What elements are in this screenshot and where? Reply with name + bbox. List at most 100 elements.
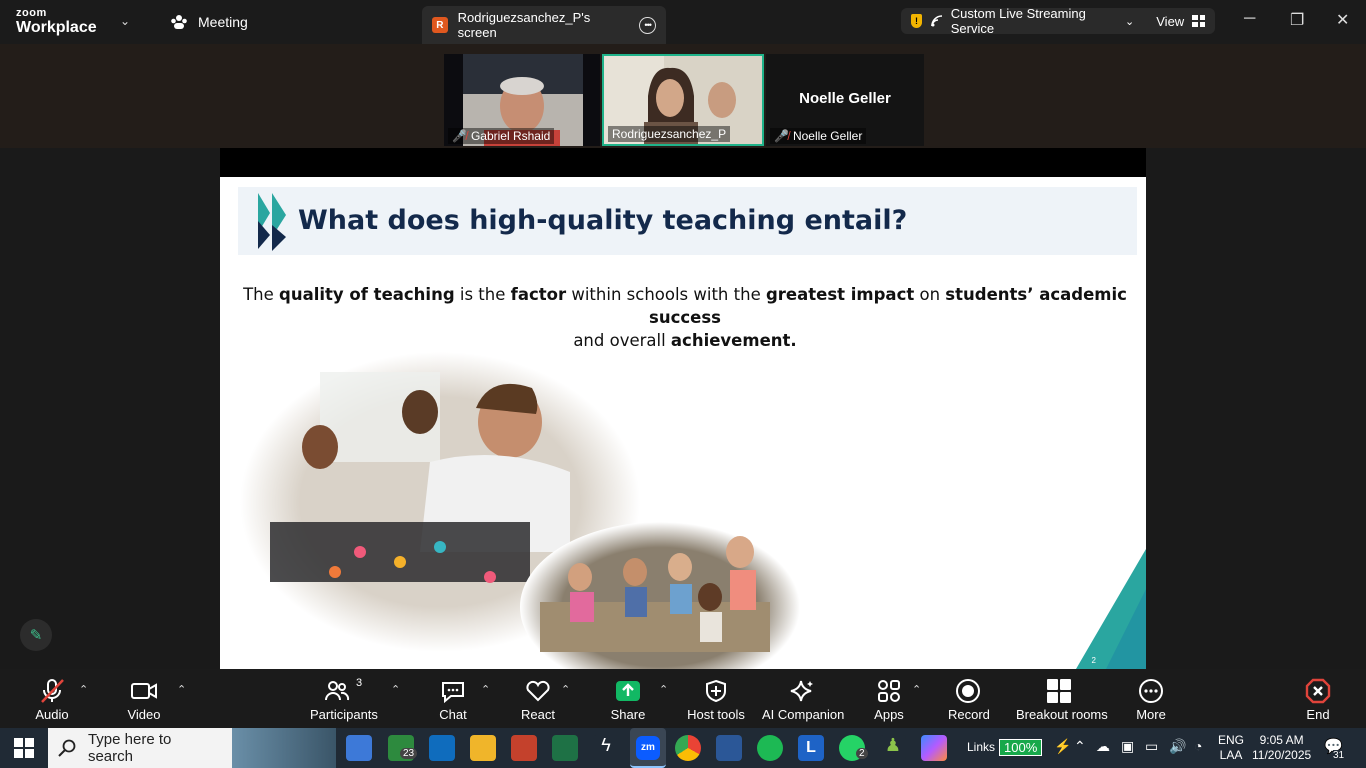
windows-start-icon[interactable] (14, 738, 34, 758)
app-badge: 2 (856, 748, 868, 759)
apps-options-caret[interactable]: ⌃ (912, 683, 921, 696)
excel-icon[interactable] (552, 735, 578, 761)
oecd-logo-icon (258, 193, 286, 251)
clock[interactable]: 9:05 AM 11/20/2025 (1252, 733, 1311, 763)
search-icon (58, 739, 76, 757)
notification-count: 31 (1333, 750, 1345, 761)
slide-page-number: 2 (1091, 656, 1096, 665)
video-button[interactable]: Video (124, 677, 164, 722)
ai-companion-label: AI Companion (762, 707, 845, 722)
participant-name-label: Rodriguezsanchez_P (608, 126, 731, 142)
end-icon (1300, 677, 1336, 705)
participant-tile-noelle[interactable]: Noelle Geller 🎤̸ Noelle Geller (766, 54, 924, 146)
chrome-icon[interactable] (675, 735, 701, 761)
host-tools-button[interactable]: Host tools (686, 677, 746, 722)
app-icon[interactable]: ϟ (593, 735, 619, 761)
record-button[interactable]: Record (948, 677, 990, 722)
breakout-rooms-button[interactable]: Breakout rooms (1016, 677, 1108, 722)
cloud-icon[interactable]: ☁ (1096, 738, 1110, 755)
decorative-corner-shape (1076, 549, 1146, 669)
meeting-button[interactable]: Meeting (170, 14, 248, 30)
participant-tile-gabriel[interactable]: 🎤̸ Gabriel Rshaid (444, 54, 600, 146)
chat-button[interactable]: Chat (434, 677, 472, 722)
volume-icon[interactable]: 🔊 (1169, 738, 1186, 755)
view-button[interactable]: View (1156, 14, 1184, 29)
share-options-caret[interactable]: ⌃ (659, 683, 668, 696)
body-bold: quality of teaching (279, 285, 455, 304)
zoom-workplace-logo[interactable]: zoom Workplace (16, 8, 97, 36)
participant-tile-rodriguezsanchez[interactable]: Rodriguezsanchez_P (602, 54, 764, 146)
close-icon[interactable]: ✕ (1336, 10, 1349, 30)
body-text: The (243, 285, 280, 304)
taskbar-search-box[interactable]: Type here to search (48, 728, 336, 768)
powerpoint-icon[interactable] (511, 735, 537, 761)
wifi-icon[interactable]: ◔ (1194, 738, 1202, 754)
participant-name: Rodriguezsanchez_P (612, 127, 727, 141)
minimize-icon[interactable]: ─ (1244, 10, 1255, 28)
spotify-icon[interactable] (757, 735, 783, 761)
links-toolbar[interactable]: Links (967, 740, 995, 754)
outlook-icon[interactable] (429, 735, 455, 761)
chevron-up-icon[interactable]: ⌃ (1074, 738, 1086, 755)
chevron-down-icon[interactable]: ⌄ (120, 14, 130, 28)
brand-top: zoom (16, 7, 47, 19)
participants-icon (171, 15, 187, 29)
meeting-toolbar: Audio ⌃ Video ⌃ 3 Participants ⌃ Chat ⌃ … (0, 669, 1366, 728)
breakout-rooms-icon (1016, 677, 1102, 705)
language-top: ENG (1218, 733, 1245, 747)
apps-button[interactable]: Apps (872, 677, 906, 722)
search-highlight-image (232, 728, 336, 768)
screen-tab-label: Rodriguezsanchez_P's screen (457, 10, 591, 40)
language-indicator[interactable]: ENG LAA (1218, 733, 1244, 763)
title-bar: zoom Workplace ⌄ Meeting R Rodriguezsanc… (0, 0, 1366, 44)
react-button[interactable]: React (518, 677, 558, 722)
react-options-caret[interactable]: ⌃ (561, 683, 570, 696)
video-options-caret[interactable]: ⌃ (177, 683, 186, 696)
more-label: More (1136, 707, 1166, 722)
battery-icon[interactable]: ▭ (1145, 738, 1158, 755)
sharer-avatar: R (432, 17, 448, 33)
video-camera-icon (124, 677, 164, 705)
share-button[interactable]: Share (608, 677, 648, 722)
participants-button[interactable]: 3 Participants (310, 677, 378, 722)
shield-icon (686, 677, 746, 705)
audio-button[interactable]: Audio (32, 677, 72, 722)
body-text: and overall (573, 331, 671, 350)
copilot-icon[interactable] (921, 735, 947, 761)
live-streaming-bar[interactable]: ! Custom Live Streaming Service ⌄ View (901, 6, 1215, 36)
slide-header: What does high-quality teaching entail? (238, 187, 1137, 255)
broadcast-icon (931, 15, 943, 27)
network-icon[interactable]: ▣ (1121, 738, 1134, 755)
grid-view-icon[interactable] (1192, 15, 1205, 27)
clock-time: 9:05 AM (1259, 733, 1304, 747)
more-button[interactable]: More (1132, 677, 1170, 722)
language-bottom: LAA (1219, 748, 1243, 762)
end-label: End (1306, 707, 1330, 722)
meeting-label: Meeting (198, 14, 248, 30)
taskbar-app-icon[interactable] (346, 735, 372, 761)
chevron-down-icon[interactable]: ⌄ (1125, 15, 1134, 28)
more-options-icon[interactable]: ••• (639, 16, 656, 34)
zoom-taskbar-icon[interactable]: zm (630, 728, 666, 768)
apps-label: Apps (874, 707, 904, 722)
apps-icon (872, 677, 906, 705)
participant-name: Noelle Geller (792, 129, 863, 143)
app-icon[interactable]: L (798, 735, 824, 761)
participants-options-caret[interactable]: ⌃ (391, 683, 400, 696)
ai-companion-button[interactable]: AI Companion (762, 677, 845, 722)
chat-icon (434, 677, 472, 705)
app-icon[interactable]: ♟ (880, 735, 906, 761)
annotate-pencil-icon[interactable]: ✎ (20, 619, 52, 651)
shared-screen-tab[interactable]: R Rodriguezsanchez_P's screen ••• (422, 6, 666, 44)
breakout-rooms-label: Breakout rooms (1016, 707, 1108, 722)
file-explorer-icon[interactable] (470, 735, 496, 761)
word-icon[interactable] (716, 735, 742, 761)
end-meeting-button[interactable]: End (1300, 677, 1336, 722)
chat-options-caret[interactable]: ⌃ (481, 683, 490, 696)
restore-icon[interactable]: ❐ (1290, 10, 1304, 30)
windows-taskbar: Type here to search 23 ϟ zm L 2 ♟ Links … (0, 728, 1366, 768)
participants-count: 3 (355, 677, 363, 689)
chat-label: Chat (439, 707, 467, 722)
audio-options-caret[interactable]: ⌃ (79, 683, 88, 696)
shield-icon: ! (911, 14, 922, 28)
